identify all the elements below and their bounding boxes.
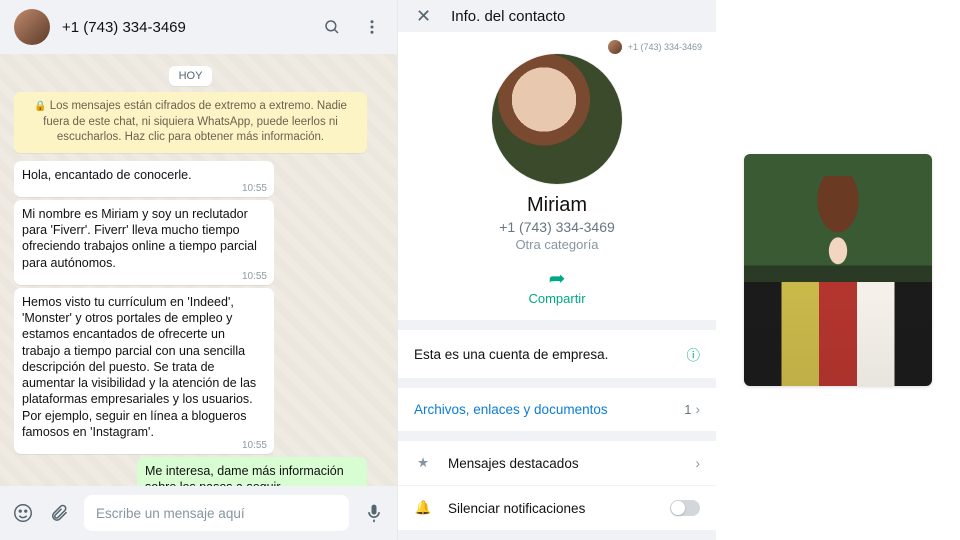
contact-photo[interactable] xyxy=(744,154,932,386)
avatar xyxy=(608,40,622,54)
chat-body[interactable]: HOY 🔒 Los mensajes están cifrados de ext… xyxy=(0,54,397,486)
attach-icon[interactable] xyxy=(48,502,70,524)
search-icon[interactable] xyxy=(321,16,343,38)
info-icon: ⓘ xyxy=(687,344,701,364)
message-out[interactable]: Me interesa, dame más información sobre … xyxy=(137,457,367,486)
mute-row[interactable]: 🔔 Silenciar notificaciones xyxy=(398,485,716,530)
lock-icon: 🔒 xyxy=(34,101,46,112)
media-label: Archivos, enlaces y documentos xyxy=(414,402,684,417)
business-account-row[interactable]: Esta es una cuenta de empresa. ⓘ xyxy=(398,330,716,378)
message-in[interactable]: Mi nombre es Miriam y soy un reclutador … xyxy=(14,200,274,285)
business-text: Esta es una cuenta de empresa. xyxy=(414,347,687,362)
contact-name: Miriam xyxy=(398,194,716,217)
contact-category: Otra categoría xyxy=(398,237,716,252)
share-button[interactable]: ➦ Compartir xyxy=(398,266,716,306)
starred-row[interactable]: ★ Mensajes destacados › xyxy=(398,441,716,485)
message-text: Hemos visto tu currículum en 'Indeed', '… xyxy=(22,295,256,439)
encryption-text: Los mensajes están cifrados de extremo a… xyxy=(43,100,347,143)
message-text: Mi nombre es Miriam y soy un reclutador … xyxy=(22,207,257,270)
message-input[interactable] xyxy=(84,495,349,531)
chat-header: +1 (743) 334-3469 xyxy=(0,0,397,54)
chevron-right-icon: › xyxy=(696,456,701,471)
close-icon[interactable]: ✕ xyxy=(416,6,431,27)
message-in[interactable]: Hemos visto tu currículum en 'Indeed', '… xyxy=(14,288,274,454)
starred-label: Mensajes destacados xyxy=(448,456,696,471)
media-count: 1 xyxy=(684,402,691,417)
message-in[interactable]: Hola, encantado de conocerle. 10:55 xyxy=(14,161,274,197)
chat-panel: +1 (743) 334-3469 HOY 🔒 Los mensajes est… xyxy=(0,0,398,540)
mute-label: Silenciar notificaciones xyxy=(448,501,670,516)
message-time: 10:55 xyxy=(242,439,267,452)
share-label: Compartir xyxy=(528,291,585,306)
star-icon: ★ xyxy=(414,455,432,471)
info-header: ✕ Info. del contacto xyxy=(398,0,716,32)
chat-input-bar xyxy=(0,486,397,540)
profile-card: +1 (743) 334-3469 Miriam +1 (743) 334-34… xyxy=(398,32,716,320)
options-card: ★ Mensajes destacados › 🔔 Silenciar noti… xyxy=(398,441,716,530)
message-time: 10:55 xyxy=(242,270,267,283)
mute-toggle[interactable] xyxy=(670,500,700,516)
media-row[interactable]: Archivos, enlaces y documentos 1 › xyxy=(398,388,716,431)
message-text: Me interesa, dame más información sobre … xyxy=(145,464,344,486)
chat-title[interactable]: +1 (743) 334-3469 xyxy=(62,19,309,36)
message-time: 10:55 xyxy=(242,182,267,195)
contact-info-panel: ✕ Info. del contacto +1 (743) 334-3469 M… xyxy=(398,0,716,540)
photo-panel xyxy=(716,0,960,540)
avatar[interactable] xyxy=(14,9,50,45)
mic-icon[interactable] xyxy=(363,502,385,524)
bell-icon: 🔔 xyxy=(414,500,432,516)
info-title: Info. del contacto xyxy=(451,8,565,25)
tiny-phone: +1 (743) 334-3469 xyxy=(628,42,702,52)
message-text: Hola, encantado de conocerle. xyxy=(22,168,192,182)
emoji-icon[interactable] xyxy=(12,502,34,524)
tiny-contact-chip: +1 (743) 334-3469 xyxy=(608,40,702,54)
encryption-notice[interactable]: 🔒 Los mensajes están cifrados de extremo… xyxy=(14,92,367,153)
menu-icon[interactable] xyxy=(361,16,383,38)
contact-phone: +1 (743) 334-3469 xyxy=(398,219,716,235)
avatar[interactable] xyxy=(492,54,622,184)
date-chip: HOY xyxy=(169,66,213,86)
share-icon: ➦ xyxy=(398,266,716,291)
chevron-right-icon: › xyxy=(696,402,701,417)
